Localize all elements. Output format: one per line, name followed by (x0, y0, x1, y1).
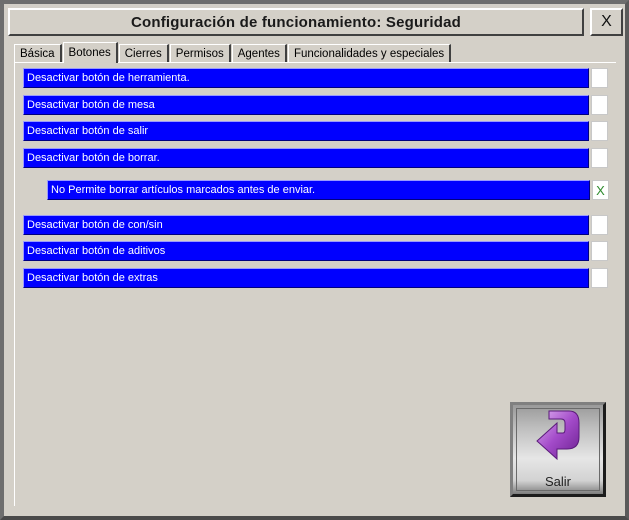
option-row-salir: Desactivar botón de salir (23, 121, 608, 141)
salir-button[interactable]: Salir (510, 402, 606, 497)
option-checkbox[interactable] (591, 121, 608, 141)
option-checkbox[interactable] (591, 148, 608, 168)
option-checkbox[interactable] (591, 241, 608, 261)
tab-botones[interactable]: Botones (62, 42, 118, 63)
tab-permisos[interactable]: Permisos (169, 44, 231, 62)
option-label[interactable]: Desactivar botón de borrar. (23, 148, 589, 168)
option-checkbox[interactable] (591, 68, 608, 88)
tab-funcionalidades[interactable]: Funcionalidades y especiales (287, 44, 452, 62)
option-label[interactable]: Desactivar botón de mesa (23, 95, 589, 115)
option-checkbox[interactable] (591, 268, 608, 288)
option-row-mesa: Desactivar botón de mesa (23, 95, 608, 115)
tab-bar: Básica Botones Cierres Permisos Agentes … (14, 42, 452, 63)
option-checkbox[interactable] (591, 215, 608, 235)
option-checkbox-checked[interactable]: X (592, 180, 609, 200)
close-button[interactable]: X (590, 8, 623, 36)
option-row-extras: Desactivar botón de extras (23, 268, 608, 288)
option-label[interactable]: No Permite borrar artículos marcados ant… (47, 180, 590, 200)
option-row-aditivos: Desactivar botón de aditivos (23, 241, 608, 261)
option-row-no-permite-borrar: No Permite borrar artículos marcados ant… (47, 180, 609, 200)
option-checkbox[interactable] (591, 95, 608, 115)
option-row-borrar: Desactivar botón de borrar. (23, 148, 608, 168)
option-row-herramienta: Desactivar botón de herramienta. (23, 68, 608, 88)
tab-agentes[interactable]: Agentes (231, 44, 287, 62)
option-label[interactable]: Desactivar botón de extras (23, 268, 589, 288)
title-bar: Configuración de funcionamiento: Segurid… (8, 8, 584, 36)
option-label[interactable]: Desactivar botón de salir (23, 121, 589, 141)
option-label[interactable]: Desactivar botón de aditivos (23, 241, 589, 261)
curved-arrow-icon (536, 410, 580, 461)
tab-basica[interactable]: Básica (14, 44, 62, 62)
tab-cierres[interactable]: Cierres (118, 44, 169, 62)
salir-label: Salir (544, 474, 571, 489)
option-row-con-sin: Desactivar botón de con/sin (23, 215, 608, 235)
option-label[interactable]: Desactivar botón de herramienta. (23, 68, 589, 88)
window-title: Configuración de funcionamiento: Segurid… (130, 13, 462, 31)
option-label[interactable]: Desactivar botón de con/sin (23, 215, 589, 235)
